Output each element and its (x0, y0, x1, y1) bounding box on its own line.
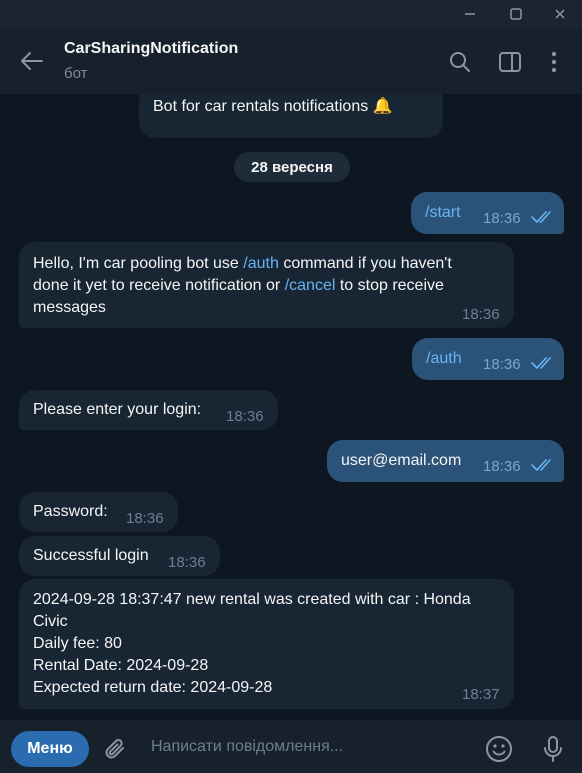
bot-description-text: Bot for car rentals notifications 🔔 (153, 98, 393, 115)
message-line: done it yet to receive notification or /… (33, 277, 444, 294)
window-titlebar (0, 0, 582, 28)
date-separator: 28 вересня (234, 152, 350, 182)
message-input[interactable]: Написати повідомлення... (151, 738, 343, 756)
emoji-icon[interactable] (484, 734, 514, 764)
search-icon[interactable] (446, 48, 474, 76)
incoming-message[interactable]: Please enter your login: 18:36 (19, 390, 278, 430)
message-time: 18:36 (483, 356, 521, 373)
message-text: /auth (426, 350, 462, 367)
message-time: 18:37 (462, 686, 500, 703)
message-time: 18:36 (483, 458, 521, 475)
attach-icon[interactable] (101, 734, 131, 764)
incoming-message[interactable]: Successful login 18:36 (19, 536, 220, 576)
message-text: /start (425, 204, 461, 221)
message-line: Daily fee: 80 (33, 635, 122, 652)
sidebar-toggle-icon[interactable] (496, 48, 524, 76)
incoming-message[interactable]: Hello, I'm car pooling bot use /auth com… (19, 242, 514, 328)
minimize-icon[interactable] (452, 0, 488, 28)
message-line: Rental Date: 2024-09-28 (33, 657, 209, 674)
outgoing-message[interactable]: /start 18:36 (411, 192, 564, 234)
message-time: 18:36 (168, 554, 206, 571)
message-line: messages (33, 299, 106, 316)
chat-subtitle: бот (64, 65, 88, 82)
message-list[interactable]: Bot for car rentals notifications 🔔 28 в… (0, 94, 582, 720)
message-composer: Меню Написати повідомлення... (0, 720, 582, 773)
message-line: Hello, I'm car pooling bot use /auth com… (33, 255, 452, 272)
bot-description: Bot for car rentals notifications 🔔 (139, 94, 443, 138)
message-line: 2024-09-28 18:37:47 new rental was creat… (33, 591, 471, 608)
close-icon[interactable] (542, 0, 578, 28)
incoming-message[interactable]: Password: 18:36 (19, 492, 178, 532)
incoming-message[interactable]: 2024-09-28 18:37:47 new rental was creat… (19, 579, 514, 709)
chat-header: CarSharingNotification бот (0, 28, 582, 94)
maximize-icon[interactable] (498, 0, 534, 28)
message-text: Successful login (33, 547, 149, 564)
auth-command-link[interactable]: /auth (243, 255, 279, 272)
message-text: Password: (33, 503, 108, 520)
more-vert-icon[interactable] (540, 48, 568, 76)
read-checks-icon (531, 357, 551, 369)
chat-title[interactable]: CarSharingNotification (64, 40, 238, 58)
menu-button[interactable]: Меню (11, 731, 89, 767)
message-line: Civic (33, 613, 68, 630)
back-arrow-icon[interactable] (18, 48, 46, 74)
read-checks-icon (531, 211, 551, 223)
message-text: Please enter your login: (33, 401, 202, 418)
message-time: 18:36 (462, 306, 500, 323)
message-line: Expected return date: 2024-09-28 (33, 679, 273, 696)
cancel-command-link[interactable]: /cancel (285, 277, 336, 294)
message-time: 18:36 (483, 210, 521, 227)
read-checks-icon (531, 459, 551, 471)
outgoing-message[interactable]: user@email.com 18:36 (327, 440, 564, 482)
outgoing-message[interactable]: /auth 18:36 (412, 338, 564, 380)
microphone-icon[interactable] (538, 734, 568, 764)
message-time: 18:36 (126, 510, 164, 527)
message-time: 18:36 (226, 408, 264, 425)
message-text: user@email.com (341, 452, 462, 469)
